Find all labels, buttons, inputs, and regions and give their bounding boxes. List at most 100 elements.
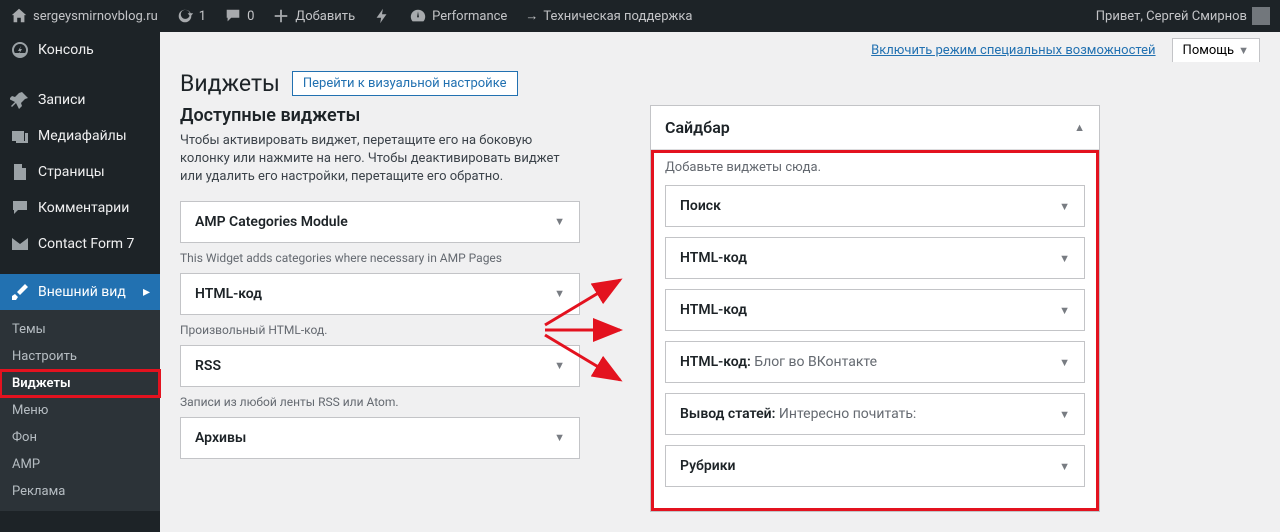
menu-pages[interactable]: Страницы [0,154,160,190]
menu-label: Страницы [38,164,105,180]
sidebar-widget-title: HTML-код [680,250,747,266]
amp-validation[interactable] [373,7,391,25]
submenu-menus[interactable]: Меню [0,397,160,424]
sidebar-area-header[interactable]: Сайдбар ▲ [651,106,1099,150]
submenu-customize[interactable]: Настроить [0,343,160,370]
menu-dashboard[interactable]: Консоль [0,32,160,68]
page-title: Виджеты [180,70,280,97]
menu-contact-form[interactable]: Contact Form 7 [0,226,160,262]
available-widget[interactable]: Архивы ▼ [180,417,580,459]
available-widgets-column: Доступные виджеты Чтобы активировать вид… [180,105,580,512]
main-content: Включить режим специальных возможностей … [160,32,1280,532]
menu-label: Медиафайлы [38,128,127,144]
add-new-label: Добавить [295,9,355,24]
menu-posts[interactable]: Записи [0,82,160,118]
sidebar-widget-title: HTML-код: Блог во ВКонтакте [680,354,877,370]
widget-title: AMP Categories Module [195,214,348,230]
dashboard-icon [10,40,30,60]
updates-link[interactable]: 1 [176,7,206,25]
sidebar-widget[interactable]: HTML-код: Блог во ВКонтакте ▼ [665,341,1085,383]
caret-down-icon: ▼ [1059,304,1070,317]
comment-icon [224,7,242,25]
caret-up-icon: ▲ [1074,121,1085,134]
sidebar-widget-title: HTML-код [680,302,747,318]
menu-label: Консоль [38,42,94,58]
submenu-background[interactable]: Фон [0,424,160,451]
support-link[interactable]: → Техническая поддержка [525,8,692,24]
site-link[interactable]: sergeysmirnovblog.ru [10,7,158,25]
widgets-layout: Доступные виджеты Чтобы активировать вид… [160,105,1280,532]
admin-bar-right: Привет, Сергей Смирнов [1096,7,1270,25]
available-widget[interactable]: HTML-код▼ [180,273,580,315]
widget-title: Архивы [195,430,246,446]
chevron-right-icon: ▸ [143,284,150,300]
greeting-link[interactable]: Привет, Сергей Смирнов [1096,7,1270,25]
bolt-icon [373,7,391,25]
home-icon [10,7,28,25]
layout: Консоль Записи Медиафайлы Страницы Комме… [0,32,1280,532]
avatar [1252,7,1270,25]
available-widget[interactable]: RSS ▼ [180,345,580,387]
go-to-customizer-button[interactable]: Перейти к визуальной настройке [292,71,518,96]
menu-appearance[interactable]: Внешний вид ▸ [0,274,160,310]
pin-icon [10,90,30,110]
caret-down-icon: ▼ [554,431,565,444]
widget-desc: Произвольный HTML-код. [180,323,580,337]
widget-desc: This Widget adds categories where necess… [180,251,580,265]
sidebar-widget[interactable]: HTML-код ▼ [665,289,1085,331]
sidebar-widget[interactable]: Поиск▼ [665,185,1085,227]
page-heading-row: Виджеты Перейти к визуальной настройке [160,62,1280,105]
caret-down-icon: ▼ [1059,460,1070,473]
help-label: Помощь [1183,43,1235,58]
sidebar-widget-title: Вывод статей: Интересно почитать: [680,406,916,422]
gauge-icon [409,7,427,25]
sidebar-widget[interactable]: HTML-код▼ [665,237,1085,279]
performance-link[interactable]: Performance [409,7,507,25]
brush-icon [10,282,30,302]
performance-label: Performance [432,9,507,24]
accessibility-link[interactable]: Включить режим специальных возможностей [871,43,1155,58]
menu-label: Комментарии [38,200,129,216]
greeting-label: Привет, Сергей Смирнов [1096,9,1247,24]
add-new-link[interactable]: Добавить [272,7,355,25]
help-tab[interactable]: Помощь ▼ [1172,38,1260,62]
refresh-icon [176,7,194,25]
appearance-submenu: Темы Настроить Виджеты Меню Фон AMP Рекл… [0,310,160,511]
comments-icon [10,198,30,218]
menu-label: Contact Form 7 [38,236,134,252]
media-icon [10,126,30,146]
envelope-icon [10,234,30,254]
sidebar-widget[interactable]: Вывод статей: Интересно почитать: ▼ [665,393,1085,435]
site-name: sergeysmirnovblog.ru [33,9,158,24]
page-icon [10,162,30,182]
caret-down-icon: ▼ [1059,408,1070,421]
widget-desc: Записи из любой ленты RSS или Atom. [180,395,580,409]
arrow-right-icon: → [525,8,538,24]
admin-sidebar: Консоль Записи Медиафайлы Страницы Комме… [0,32,160,532]
caret-down-icon: ▼ [554,359,565,372]
available-widget[interactable]: AMP Categories Module▼ [180,201,580,243]
drop-hint: Добавьте виджеты сюда. [665,160,1085,175]
sidebar-area-column: Сайдбар ▲ Добавьте виджеты сюда. Поиск▼H… [650,105,1100,512]
caret-down-icon: ▼ [1059,356,1070,369]
sidebar-widget-title: Поиск [680,198,721,214]
menu-comments[interactable]: Комментарии [0,190,160,226]
admin-bar: sergeysmirnovblog.ru 1 0 Добавить Perfor… [0,0,1280,32]
submenu-ads[interactable]: Реклама [0,478,160,505]
screen-meta: Включить режим специальных возможностей … [160,32,1280,62]
caret-down-icon: ▼ [554,287,565,300]
plus-icon [272,7,290,25]
submenu-widgets[interactable]: Виджеты [0,370,160,397]
sidebar-widget-title: Рубрики [680,458,735,474]
comments-link[interactable]: 0 [224,7,254,25]
submenu-themes[interactable]: Темы [0,316,160,343]
menu-label: Записи [38,92,86,108]
updates-count: 1 [199,9,206,24]
menu-label: Внешний вид [38,284,126,300]
support-label: Техническая поддержка [543,9,692,24]
menu-media[interactable]: Медиафайлы [0,118,160,154]
sidebar-area: Сайдбар ▲ Добавьте виджеты сюда. Поиск▼H… [650,105,1100,512]
widget-title: RSS [195,358,221,374]
sidebar-widget[interactable]: Рубрики ▼ [665,445,1085,487]
submenu-amp[interactable]: AMP [0,451,160,478]
